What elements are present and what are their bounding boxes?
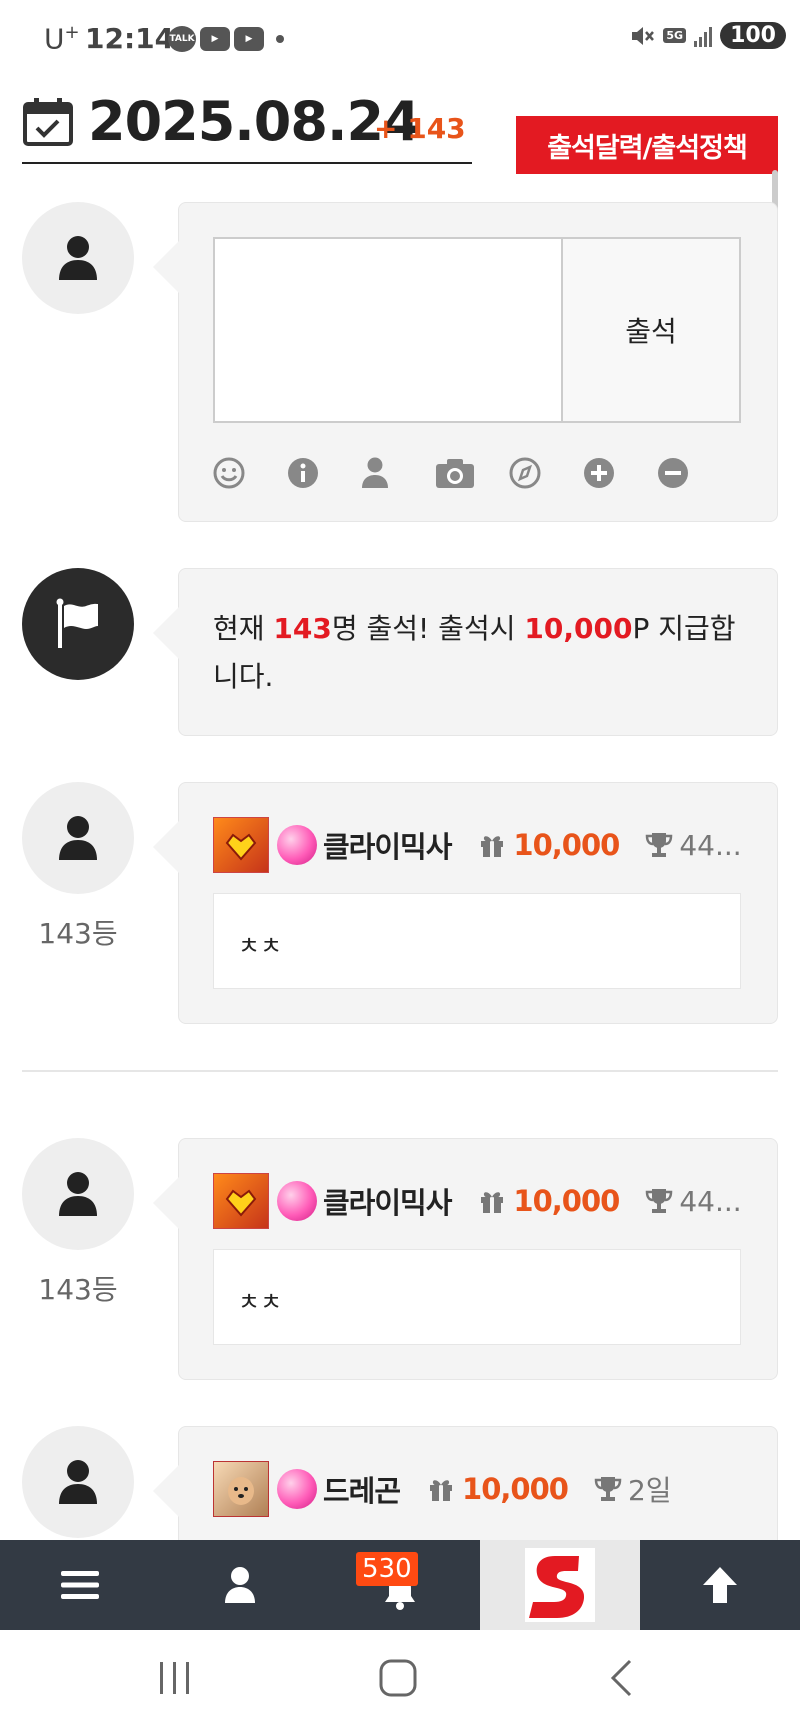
user-icon [59, 1172, 97, 1216]
nickname[interactable]: 드레곤 [323, 1468, 401, 1510]
minus-circle-icon [658, 458, 688, 488]
points-value: 10,000 [462, 1472, 569, 1506]
trophy-icon [645, 1187, 673, 1215]
remove-button[interactable] [657, 451, 731, 495]
comment-text: ㅊㅊ [213, 1249, 741, 1345]
level-badge-icon [213, 1173, 269, 1229]
site-logo-button[interactable] [480, 1540, 640, 1630]
attendance-delta: + 143 [374, 112, 466, 145]
streak-days: 44... [679, 828, 742, 862]
date-header: 2025.08.24 + 143 [22, 88, 472, 164]
avatar [22, 782, 134, 894]
attend-submit-button[interactable]: 출석 [563, 237, 741, 423]
add-button[interactable] [583, 451, 657, 495]
streak-days: 44... [679, 1184, 742, 1218]
user-icon [59, 1460, 97, 1504]
menu-button[interactable] [0, 1540, 160, 1630]
notice-avatar [22, 568, 134, 680]
back-icon[interactable] [608, 1658, 634, 1698]
gift-icon [479, 832, 505, 858]
plus-circle-icon [584, 458, 614, 488]
emoji-icon [213, 457, 245, 489]
notice-message: 현재 143명 출석! 출석시 10,000P 지급합니다. [213, 612, 736, 693]
level-badge-icon [213, 817, 269, 873]
gem-icon [277, 825, 317, 865]
avatar [22, 1426, 134, 1538]
rank-label: 143등 [38, 917, 118, 950]
site-logo-icon [525, 1548, 595, 1622]
status-bar: U+ 12:14 TALK ▶ ▶ 5G 100 [0, 0, 800, 78]
attendance-entry: 클라이믹사 10,000 44... ㅊㅊ [153, 782, 778, 1024]
hamburger-icon [61, 1571, 99, 1599]
trophy-icon [594, 1475, 622, 1503]
comment-text: ㅊㅊ [213, 893, 741, 989]
more-notifications-icon [276, 35, 284, 43]
arrow-up-icon [703, 1567, 737, 1603]
level-badge-icon [213, 1461, 269, 1517]
carrier-label: U+ [44, 22, 80, 56]
profile-button[interactable] [160, 1540, 320, 1630]
nickname[interactable]: 클라이믹사 [323, 1180, 452, 1222]
divider [22, 1070, 778, 1072]
page-title: 2025.08.24 [88, 90, 421, 153]
notification-count-badge: 530 [356, 1552, 418, 1586]
gem-icon [277, 1181, 317, 1221]
trophy-icon [645, 831, 673, 859]
calendar-check-icon [23, 98, 73, 146]
compose-card: 출석 [153, 202, 778, 522]
recent-apps-icon[interactable] [158, 1658, 192, 1698]
battery-indicator: 100 [720, 22, 786, 49]
compass-icon [509, 457, 541, 489]
kakaotalk-icon: TALK [168, 26, 196, 52]
avatar [22, 1138, 134, 1250]
points-value: 10,000 [513, 828, 620, 862]
points-value: 10,000 [513, 1184, 620, 1218]
notifications-button[interactable]: 530 [320, 1540, 480, 1630]
youtube-icon: ▶ [200, 27, 230, 51]
info-icon [288, 458, 318, 488]
rank-label: 143등 [38, 1273, 118, 1306]
youtube-icon: ▶ [234, 27, 264, 51]
compose-toolbar [213, 451, 731, 495]
bottom-nav: 530 [0, 1540, 800, 1630]
user-icon [362, 457, 388, 488]
avatar [22, 202, 134, 314]
flag-icon [56, 598, 98, 648]
gem-icon [277, 1469, 317, 1509]
user-icon [59, 816, 97, 860]
attendance-entry: 클라이믹사 10,000 44... ㅊㅊ [153, 1138, 778, 1380]
calendar-policy-button[interactable]: 출석달력/출석정책 [516, 116, 778, 174]
notice-card: 현재 143명 출석! 출석시 10,000P 지급합니다. [153, 568, 778, 736]
home-icon[interactable] [378, 1658, 418, 1698]
clock: 12:14 [85, 22, 175, 55]
nickname[interactable]: 클라이믹사 [323, 824, 452, 866]
mute-icon [632, 26, 655, 45]
user-icon [59, 236, 97, 280]
camera-button[interactable] [435, 451, 509, 495]
compass-button[interactable] [509, 451, 583, 495]
system-nav-bar [0, 1630, 800, 1734]
signal-icon [694, 25, 713, 47]
network-5g-icon: 5G [663, 28, 687, 43]
gift-icon [428, 1476, 454, 1502]
comment-input[interactable] [213, 237, 563, 423]
scroll-top-button[interactable] [640, 1540, 800, 1630]
user-button[interactable] [361, 451, 435, 495]
gift-icon [479, 1188, 505, 1214]
streak-days: 2일 [627, 1474, 672, 1507]
camera-icon [436, 459, 474, 488]
user-icon [225, 1567, 255, 1603]
info-button[interactable] [287, 451, 361, 495]
emoji-button[interactable] [213, 451, 287, 495]
